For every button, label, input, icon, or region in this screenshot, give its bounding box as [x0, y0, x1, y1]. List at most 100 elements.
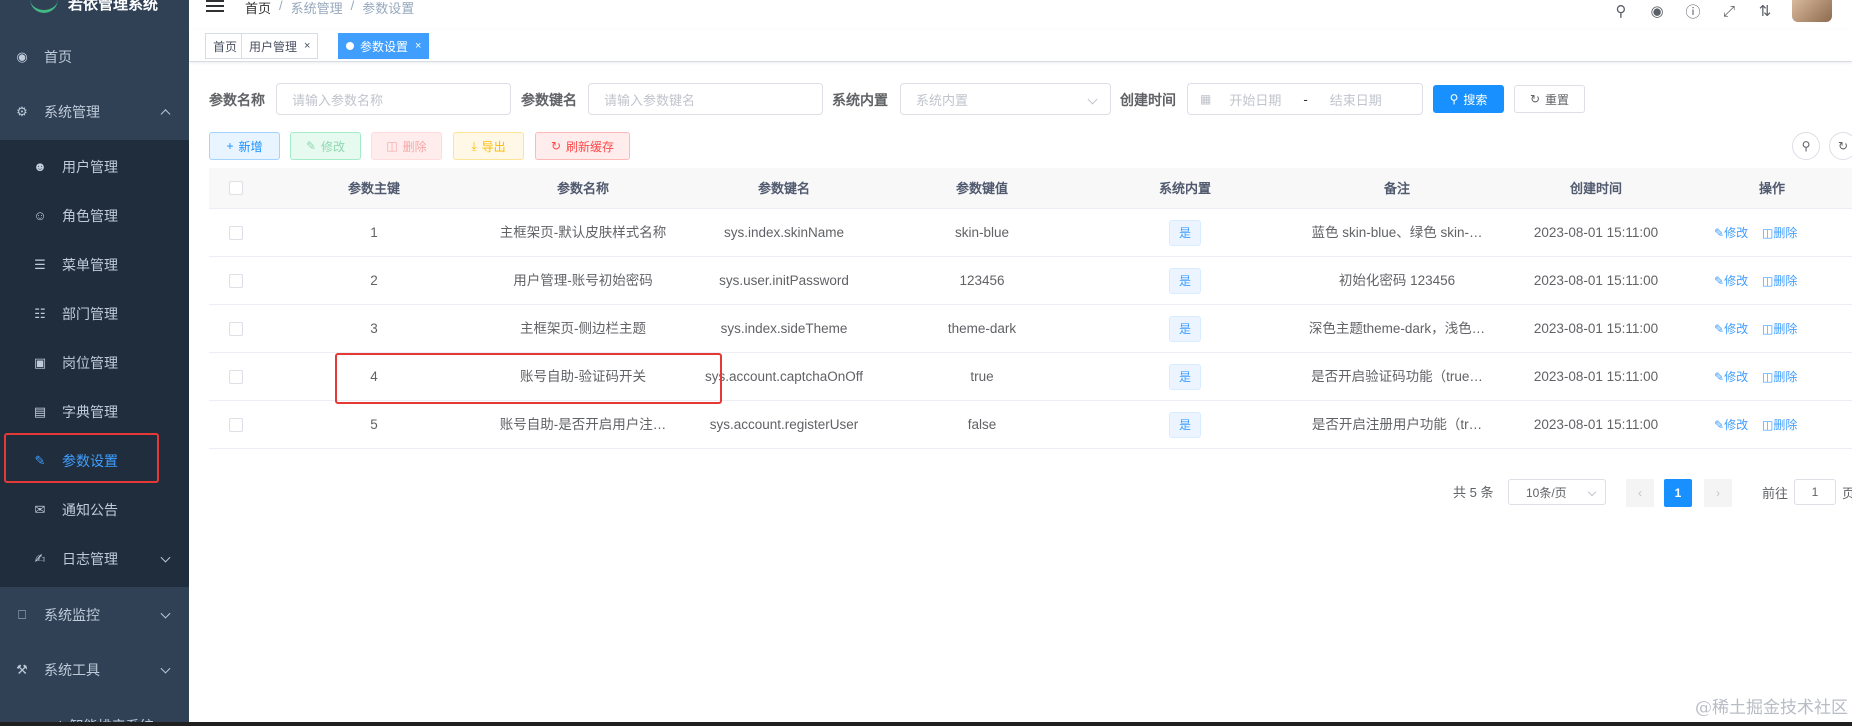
row-delete-link[interactable]: ◫删除	[1762, 353, 1797, 401]
toggle-search-button[interactable]: ⚲	[1792, 132, 1820, 160]
refresh-cache-button[interactable]: ↻ 刷新缓存	[535, 132, 630, 160]
question-icon[interactable]: ⓘ	[1684, 2, 1702, 21]
sidebar-item-notice[interactable]: ✉ 通知公告	[0, 485, 189, 534]
row-checkbox[interactable]	[229, 274, 243, 288]
delete-button[interactable]: ◫ 删除	[371, 132, 442, 160]
sidebar-item-menu[interactable]: ☰ 菜单管理	[0, 240, 189, 289]
row-delete-link[interactable]: ◫删除	[1762, 401, 1797, 449]
tags-view: 首页 用户管理 × 参数设置 ×	[189, 30, 1852, 62]
row-edit-link[interactable]: ✎修改	[1714, 401, 1748, 449]
select-all-checkbox[interactable]	[229, 181, 243, 195]
next-page-button[interactable]: ›	[1704, 479, 1732, 507]
edit-icon: ✎	[1714, 370, 1725, 384]
fullscreen-icon[interactable]: ⤢	[1720, 2, 1738, 20]
row-delete-link[interactable]: ◫删除	[1762, 305, 1797, 353]
row-edit-link[interactable]: ✎修改	[1714, 353, 1748, 401]
prev-page-button[interactable]: ‹	[1626, 479, 1654, 507]
breadcrumb-item: 系统管理	[290, 1, 343, 16]
row-checkbox[interactable]	[229, 226, 243, 240]
refresh-icon: ↻	[550, 139, 562, 153]
add-button[interactable]: + 新增	[209, 132, 280, 160]
date-range-picker[interactable]: ▦ 开始日期 - 结束日期	[1187, 83, 1423, 115]
avatar[interactable]	[1792, 0, 1832, 22]
tree-table-icon: ☰	[34, 256, 46, 272]
hamburger-icon[interactable]	[206, 0, 224, 12]
sidebar-item-tool[interactable]: ⚒ 系统工具	[0, 642, 189, 698]
bottom-bar	[0, 722, 1852, 726]
row-delete-label: 删除	[1773, 274, 1798, 288]
row-edit-label: 修改	[1724, 370, 1749, 384]
cell-remark: 深色主题theme-dark，浅色…	[1308, 321, 1486, 336]
log-icon: ✍	[34, 550, 46, 566]
sidebar-item-user[interactable]: ☻ 用户管理	[0, 142, 189, 191]
sidebar-item-post[interactable]: ▣ 岗位管理	[0, 338, 189, 387]
row-checkbox[interactable]	[229, 370, 243, 384]
tag-label: 首页	[213, 39, 238, 54]
row-edit-label: 修改	[1724, 322, 1749, 336]
watermark: @稀土掘金技术社区	[1695, 698, 1848, 718]
sidebar-item-system[interactable]: ⚙ 系统管理	[0, 84, 189, 140]
breadcrumb-separator: /	[350, 0, 355, 13]
sidebar-item-dict[interactable]: ▤ 字典管理	[0, 387, 189, 436]
chevron-down-icon	[1587, 487, 1597, 497]
search-icon[interactable]: ⚲	[1612, 2, 1630, 20]
reset-button-label: 重置	[1545, 92, 1570, 107]
row-edit-link[interactable]: ✎修改	[1714, 209, 1748, 257]
export-button[interactable]: ⤓ 导出	[453, 132, 524, 160]
col-header-id: 参数主键	[347, 181, 400, 196]
table-row: 1 主框架页-默认皮肤样式名称 sys.index.skinName skin-…	[209, 209, 1852, 257]
search-button-label: 搜索	[1463, 92, 1488, 107]
pagination-total: 共 5 条	[1453, 485, 1494, 500]
search-icon: ⚲	[1801, 139, 1811, 153]
reset-button[interactable]: ↻ 重置	[1514, 85, 1585, 113]
tree-icon: ☷	[34, 305, 46, 321]
cell-remark: 是否开启验证码功能（true…	[1311, 369, 1483, 384]
breadcrumb-item[interactable]: 首页	[245, 0, 271, 17]
cell-id: 3	[370, 321, 378, 336]
dashboard-icon: ◉	[16, 49, 28, 64]
tag-home[interactable]: 首页	[205, 33, 246, 59]
edit-button-label: 修改	[321, 139, 346, 154]
row-checkbox[interactable]	[229, 418, 243, 432]
sidebar-item-label: 部门管理	[62, 305, 118, 322]
breadcrumb: 首页 / 系统管理 / 参数设置	[245, 0, 414, 17]
config-type-select[interactable]: 系统内置	[900, 83, 1111, 115]
row-edit-link[interactable]: ✎修改	[1714, 305, 1748, 353]
chevron-down-icon	[160, 608, 171, 619]
cell-created: 2023-08-01 15:11:00	[1533, 225, 1659, 240]
row-edit-link[interactable]: ✎修改	[1714, 257, 1748, 305]
github-icon[interactable]: ◉	[1648, 2, 1666, 20]
sidebar-item-label: 角色管理	[62, 207, 118, 224]
config-key-input[interactable]: 请输入参数键名	[588, 83, 823, 115]
size-icon[interactable]: ⇅	[1756, 2, 1774, 20]
sidebar-item-role[interactable]: ☺ 角色管理	[0, 191, 189, 240]
page-number[interactable]: 1	[1664, 479, 1692, 507]
row-checkbox[interactable]	[229, 322, 243, 336]
cell-id: 5	[370, 417, 378, 432]
tag-config[interactable]: 参数设置 ×	[338, 33, 430, 59]
status-badge: 是	[1168, 316, 1201, 343]
config-name-input[interactable]: 请输入参数名称	[276, 83, 511, 115]
refresh-table-button[interactable]: ↻	[1829, 132, 1852, 160]
row-delete-link[interactable]: ◫删除	[1762, 209, 1797, 257]
search-button[interactable]: ⚲ 搜索	[1433, 85, 1504, 113]
row-delete-link[interactable]: ◫删除	[1762, 257, 1797, 305]
logo-icon	[30, 0, 58, 13]
cell-id: 1	[370, 225, 378, 240]
sidebar-item-log[interactable]: ✍ 日志管理	[0, 534, 189, 583]
edit-button[interactable]: ✎ 修改	[290, 132, 361, 160]
config-type-label: 系统内置	[832, 92, 888, 108]
close-icon[interactable]: ×	[415, 40, 421, 52]
cell-builtin: 是	[1075, 401, 1295, 449]
close-icon[interactable]: ×	[304, 40, 310, 52]
logo[interactable]: 若依管理系统	[0, 0, 189, 20]
sidebar-item-home[interactable]: ◉ 首页	[0, 29, 189, 85]
sidebar-item-dept[interactable]: ☷ 部门管理	[0, 289, 189, 338]
tag-user[interactable]: 用户管理 ×	[241, 33, 319, 59]
sidebar-item-label: 用户管理	[62, 158, 118, 175]
sidebar-item-monitor[interactable]: ⎕ 系统监控	[0, 587, 189, 643]
goto-page-input[interactable]: 1	[1794, 479, 1836, 505]
cell-created: 2023-08-01 15:11:00	[1533, 369, 1659, 384]
export-button-label: 导出	[481, 139, 506, 154]
page-size-select[interactable]: 10条/页	[1508, 479, 1606, 505]
